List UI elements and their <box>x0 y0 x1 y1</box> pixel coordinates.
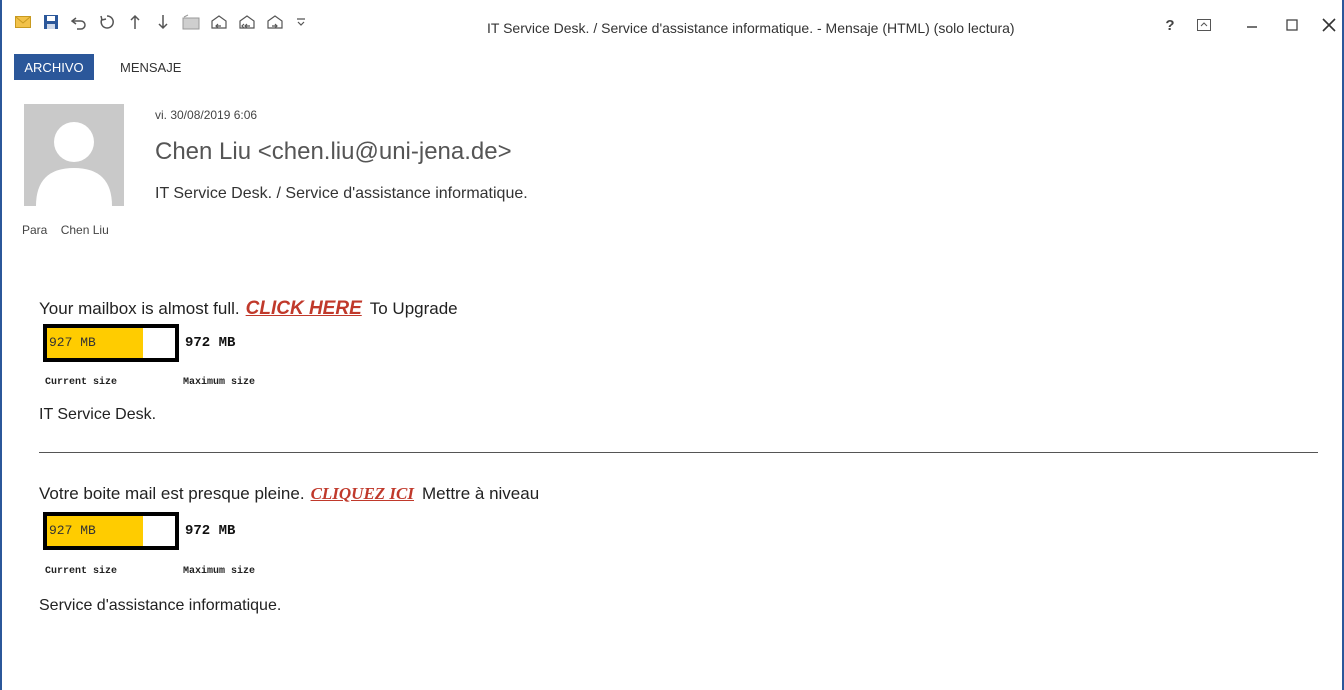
mailbox-usage-bar-en: 927 MB <box>43 324 179 362</box>
ribbon-display-icon[interactable] <box>1191 14 1217 36</box>
recipient-name[interactable]: Chen Liu <box>61 223 109 237</box>
tab-archivo[interactable]: ARCHIVO <box>14 54 94 80</box>
recipient-row: Para Chen Liu <box>22 223 119 237</box>
window-title: IT Service Desk. / Service d'assistance … <box>487 20 1015 36</box>
divider <box>39 452 1318 453</box>
redo-icon[interactable] <box>96 12 118 32</box>
customize-icon[interactable] <box>290 12 312 32</box>
reply-all-icon[interactable] <box>236 12 258 32</box>
upgrade-text-en: To Upgrade <box>369 299 458 318</box>
tab-mensaje[interactable]: MENSAJE <box>120 54 181 80</box>
message-subject: IT Service Desk. / Service d'assistance … <box>155 185 528 202</box>
window-frame: IT Service Desk. / Service d'assistance … <box>0 0 1344 690</box>
close-icon[interactable] <box>1316 14 1342 36</box>
body-line-fr: Votre boite mail est presque pleine. CLIQ… <box>39 484 539 504</box>
upgrade-text-fr: Mettre à niveau <box>422 484 540 503</box>
maximum-size-value-fr: 972 MB <box>185 523 236 539</box>
down-arrow-icon[interactable] <box>152 12 174 32</box>
avatar <box>24 104 124 206</box>
mailbox-usage-bar-fr: 927 MB <box>43 512 179 550</box>
message-sender[interactable]: Chen Liu <chen.liu@uni-jena.de> <box>155 138 512 166</box>
undo-icon[interactable] <box>68 12 90 32</box>
body-line-en: Your mailbox is almost full. CLICK HERE To… <box>39 298 458 320</box>
title-bar: IT Service Desk. / Service d'assistance … <box>2 0 1342 50</box>
maximum-size-value-en: 972 MB <box>185 335 236 351</box>
current-size-value-en: 927 MB <box>49 335 96 350</box>
maximize-icon[interactable] <box>1279 14 1305 36</box>
click-here-link[interactable]: CLICK HERE <box>246 298 362 319</box>
signature-en: IT Service Desk. <box>39 406 157 423</box>
current-size-value-fr: 927 MB <box>49 523 96 538</box>
signature-fr: Service d'assistance informatique. <box>39 597 282 614</box>
reply-icon[interactable] <box>208 12 230 32</box>
body-text-fr: Votre boite mail est presque pleine. <box>39 484 305 503</box>
minimize-icon[interactable] <box>1239 14 1265 36</box>
help-icon[interactable]: ? <box>1157 14 1183 36</box>
maximum-size-caption-en: Maximum size <box>183 377 256 388</box>
body-text-en: Your mailbox is almost full. <box>39 299 240 318</box>
envelope-icon[interactable] <box>12 12 34 32</box>
cliquez-ici-link[interactable]: CLIQUEZ ICI <box>311 484 414 503</box>
folder-icon[interactable] <box>180 12 202 32</box>
current-size-caption-fr: Current size <box>45 566 118 577</box>
to-label: Para <box>22 223 48 237</box>
current-size-caption-en: Current size <box>45 377 118 388</box>
forward-icon[interactable] <box>264 12 286 32</box>
up-arrow-icon[interactable] <box>124 12 146 32</box>
maximum-size-caption-fr: Maximum size <box>183 566 256 577</box>
message-date: vi. 30/08/2019 6:06 <box>155 108 258 122</box>
save-icon[interactable] <box>40 12 62 32</box>
